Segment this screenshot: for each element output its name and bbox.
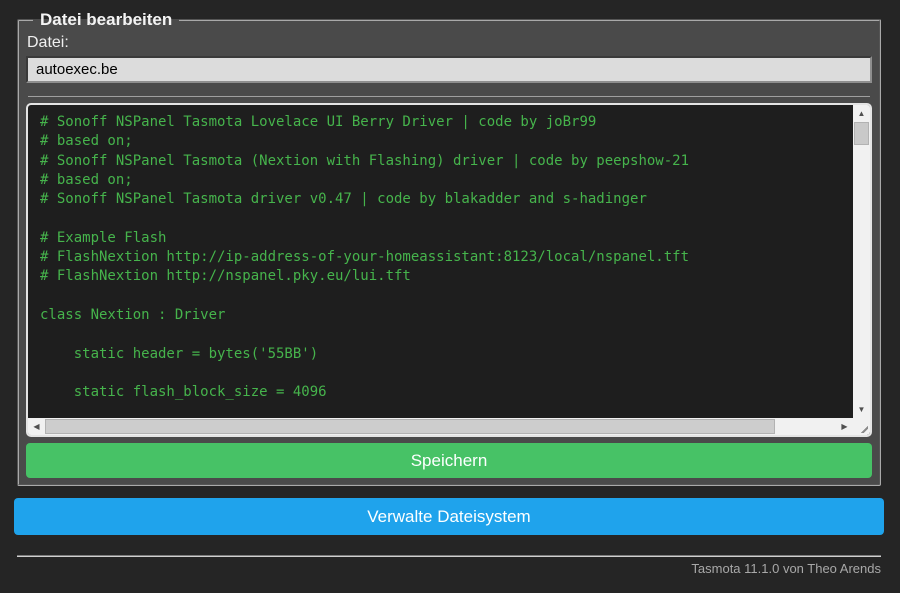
horizontal-scroll-thumb[interactable]: [45, 419, 775, 434]
file-content-textarea[interactable]: # Sonoff NSPanel Tasmota Lovelace UI Ber…: [26, 103, 872, 437]
footer-version-text: Tasmota 11.1.0 von Theo Arends: [691, 561, 881, 576]
code-text[interactable]: # Sonoff NSPanel Tasmota Lovelace UI Ber…: [40, 113, 853, 402]
scroll-left-icon[interactable]: ◀: [28, 418, 45, 435]
form-title: Datei bearbeiten: [40, 10, 173, 29]
vertical-scroll-track[interactable]: [853, 122, 870, 401]
scroll-up-icon[interactable]: ▲: [853, 105, 870, 122]
vertical-scrollbar[interactable]: ▲ ▼: [853, 105, 870, 418]
form-divider: [28, 95, 870, 97]
code-area[interactable]: # Sonoff NSPanel Tasmota Lovelace UI Ber…: [28, 105, 853, 418]
footer-divider: [17, 555, 881, 557]
file-label: Datei:: [27, 34, 69, 51]
vertical-scroll-thumb[interactable]: [854, 122, 869, 145]
resize-grip-icon[interactable]: [857, 422, 868, 433]
edit-file-form: Datei bearbeiten Datei: # Sonoff NSPanel…: [17, 10, 881, 486]
horizontal-scroll-track[interactable]: [45, 418, 836, 435]
horizontal-scrollbar[interactable]: ◀ ▶: [28, 418, 853, 435]
scrollbar-corner: [853, 418, 870, 435]
scroll-right-icon[interactable]: ▶: [836, 418, 853, 435]
page-container: Datei bearbeiten Datei: # Sonoff NSPanel…: [14, 10, 884, 576]
scroll-down-icon[interactable]: ▼: [853, 401, 870, 418]
manage-filesystem-button[interactable]: Verwalte Dateisystem: [14, 498, 884, 535]
save-button[interactable]: Speichern: [26, 443, 872, 478]
file-name-input[interactable]: [26, 56, 872, 83]
